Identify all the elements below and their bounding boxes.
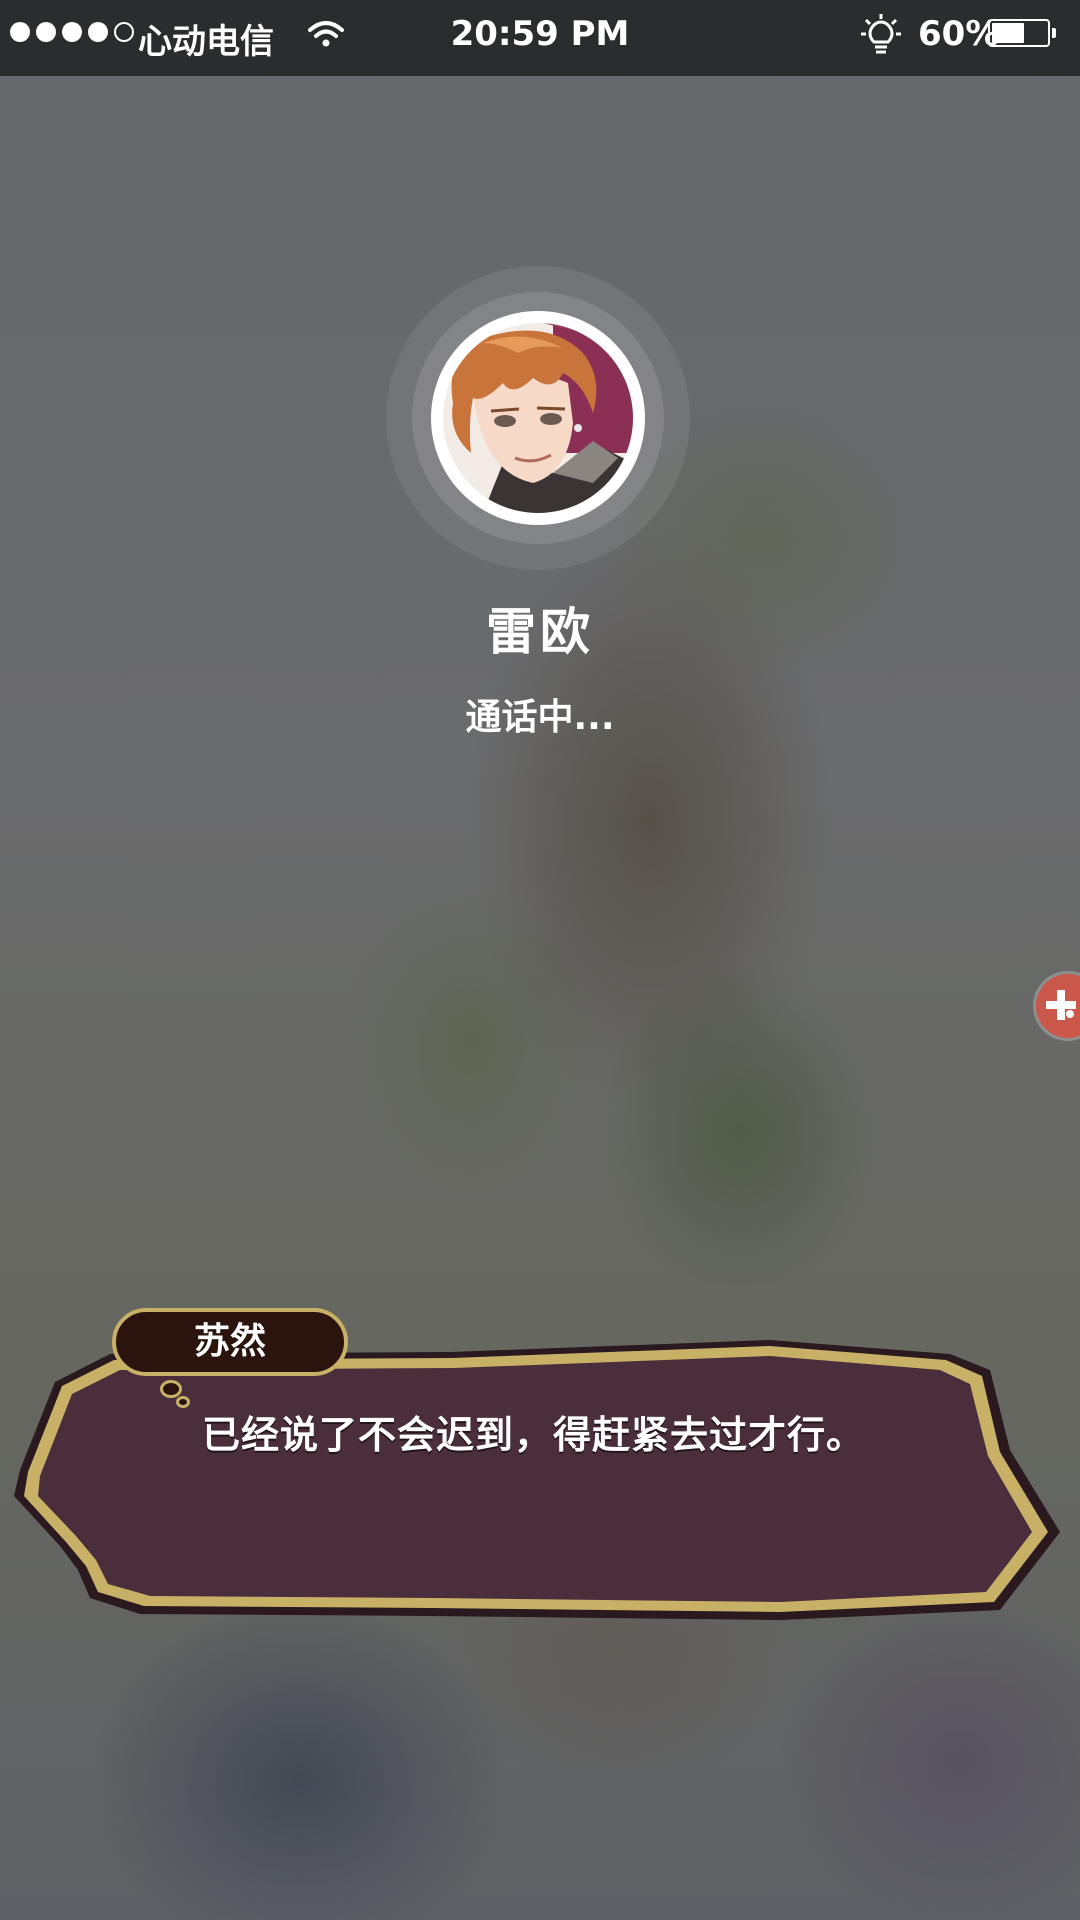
call-status: 通话中... <box>465 697 615 738</box>
battery-tip <box>1052 28 1056 38</box>
battery-icon <box>988 19 1050 47</box>
caller-avatar[interactable] <box>431 311 645 525</box>
status-bar: 心动电信 20:59 PM 60% <box>0 0 1080 76</box>
speaker-name-tag: 苏然 <box>112 1308 348 1376</box>
plus-icon <box>1046 990 1076 1020</box>
battery-level <box>992 23 1025 43</box>
caller-name: 雷欧 <box>486 603 594 661</box>
caller-portrait-image <box>443 323 633 513</box>
dialogue-text: 已经说了不会迟到，得赶紧去过才行。 <box>202 1413 866 1457</box>
thought-bubble-dot <box>176 1396 190 1408</box>
call-screen: 心动电信 20:59 PM 60% 雷欧 通话中... 苏然 已经说了不会迟到，… <box>0 0 1080 1920</box>
lightbulb-icon <box>861 14 901 54</box>
thought-bubble-dot <box>160 1380 182 1398</box>
